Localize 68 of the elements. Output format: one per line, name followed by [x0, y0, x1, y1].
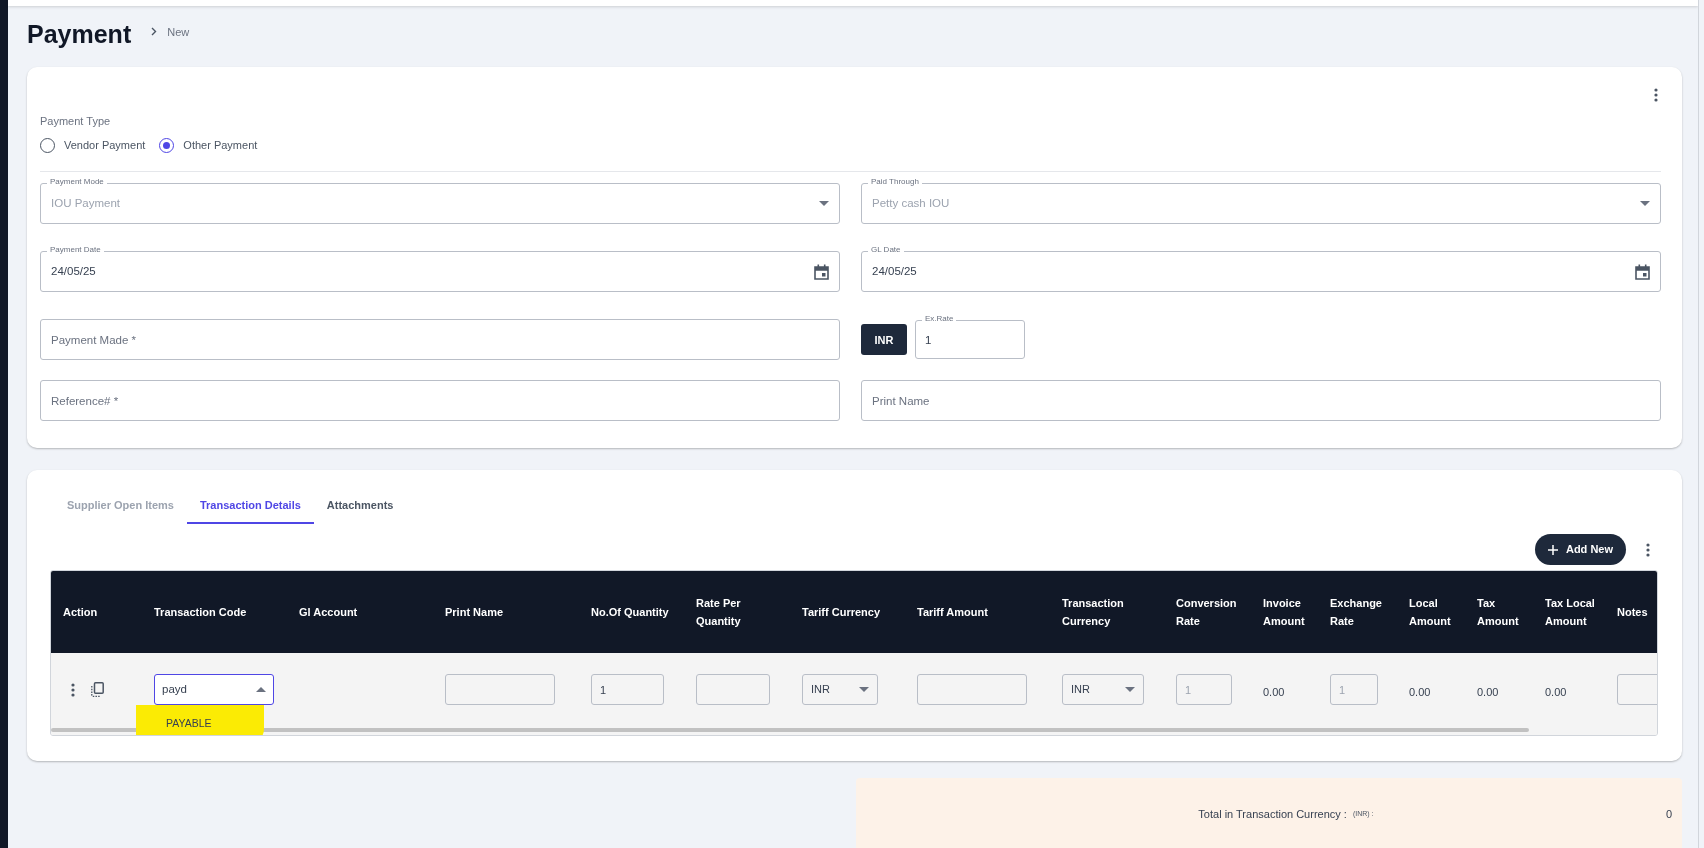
page-title: Payment — [27, 19, 132, 50]
field-value: Petty cash IOU — [872, 196, 951, 212]
table-cell-text: 0.00 — [1263, 684, 1285, 700]
text-field[interactable]: Reference# * — [40, 380, 840, 422]
text-field[interactable]: Print Name — [861, 380, 1661, 422]
column-header: Notes — [1617, 604, 1649, 620]
tab[interactable]: Transaction Details — [186, 489, 314, 524]
cell-input[interactable]: 1 — [591, 674, 664, 706]
field-label: Payment Date — [47, 244, 104, 257]
cell-input[interactable] — [917, 674, 1027, 706]
column-header: Action — [63, 604, 99, 620]
rate-field[interactable]: 1 — [915, 320, 1025, 360]
chevron-right-icon — [151, 27, 158, 37]
column-header: No.Of Quantity — [591, 604, 670, 620]
caret-icon — [859, 687, 869, 693]
scrollbar[interactable] — [51, 727, 1529, 732]
table-cell-text: 0.00 — [1409, 684, 1431, 700]
field-value: 24/05/25 — [872, 264, 918, 280]
more-icon[interactable] — [71, 682, 75, 697]
caret-icon — [1640, 201, 1650, 207]
column-header: Transaction Currency — [1062, 595, 1125, 629]
field-value: 24/05/25 — [51, 264, 97, 280]
cell-input[interactable] — [445, 674, 555, 706]
caret-icon — [819, 201, 829, 207]
table-cell-text: 0.00 — [1545, 684, 1567, 700]
column-header: Transaction Code — [154, 604, 248, 620]
currency-select[interactable]: INR — [1062, 674, 1144, 706]
column-header: Tax Amount — [1477, 595, 1520, 629]
combo-field[interactable]: payd — [154, 674, 274, 706]
radio-label: Vendor Payment — [64, 138, 146, 154]
column-header: Tariff Currency — [802, 604, 882, 620]
field-value: INR — [1071, 682, 1091, 698]
field-value: IOU Payment — [51, 196, 122, 212]
copy-icon[interactable] — [91, 682, 104, 698]
dropdown-option[interactable]: PAYABLE — [136, 705, 264, 735]
column-header: Conversion Rate — [1176, 595, 1238, 629]
currency-button[interactable]: INR — [861, 324, 907, 356]
breadcrumb[interactable]: New — [167, 23, 190, 41]
column-header: Local Amount — [1409, 595, 1452, 629]
column-header: Print Name — [445, 604, 505, 620]
field-label: Payment Mode — [47, 176, 107, 189]
more-icon[interactable] — [1654, 87, 1658, 102]
column-header: Rate Per Quantity — [696, 595, 742, 629]
radio-label: Other Payment — [183, 138, 258, 154]
plus-icon — [1547, 544, 1558, 555]
column-header: Exchange Rate — [1330, 595, 1383, 629]
total-value: 0 — [1665, 807, 1672, 822]
field-value: payd — [162, 682, 188, 698]
date-field[interactable]: 24/05/25 — [861, 251, 1661, 293]
column-header: Tax Local Amount — [1545, 595, 1596, 629]
column-header: Tariff Amount — [917, 604, 989, 620]
calendar-icon[interactable] — [1635, 263, 1650, 280]
more-icon[interactable] — [1646, 542, 1650, 557]
total-label: Total in Transaction Currency : — [1198, 807, 1347, 822]
section-label: Payment Type — [40, 113, 112, 129]
field-label: Paid Through — [868, 176, 922, 189]
field-value: INR — [811, 682, 831, 698]
currency-select[interactable]: INR — [802, 674, 878, 706]
calendar-icon[interactable] — [814, 263, 829, 280]
caret-icon — [256, 687, 266, 693]
add-new-button[interactable]: Add New — [1534, 534, 1626, 566]
caret-icon — [1125, 687, 1135, 693]
column-header: Invoice Amount — [1263, 595, 1306, 629]
text-field[interactable]: Payment Made * — [40, 319, 840, 361]
cell-input[interactable] — [696, 674, 770, 706]
tab[interactable]: Attachments — [313, 489, 407, 524]
table-cell-text: 0.00 — [1477, 684, 1499, 700]
column-header: Gl Account — [299, 604, 359, 620]
